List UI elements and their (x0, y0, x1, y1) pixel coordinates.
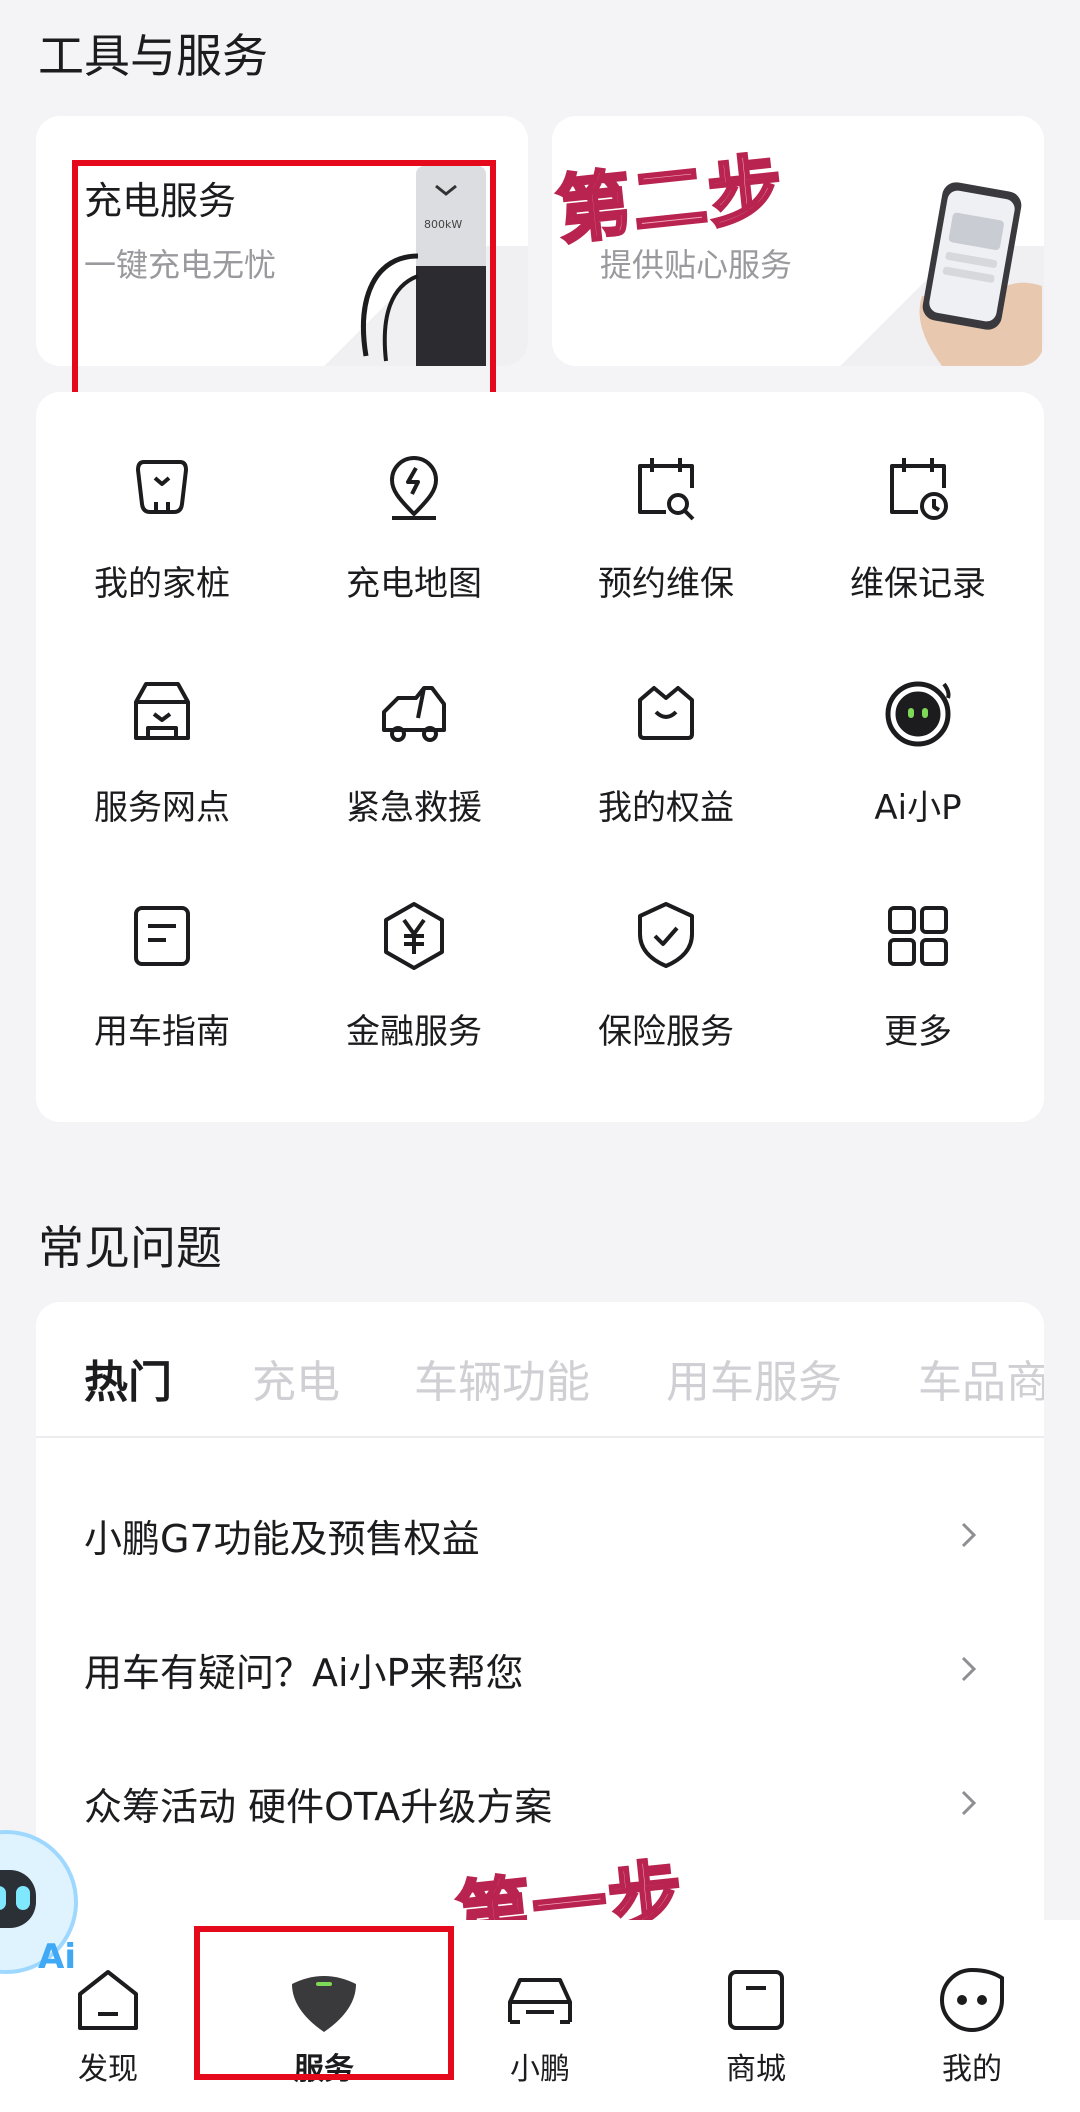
nav-tab-label: 我的 (942, 2052, 1002, 2087)
phone-in-hand-image (919, 182, 1042, 366)
grid-item-charging-map[interactable]: 充电地图 (288, 432, 540, 656)
faq-item-text: 众筹活动 硬件OTA升级方案 (84, 1784, 553, 1829)
grid-label: 充电地图 (346, 564, 482, 604)
tab-charging[interactable]: 充电 (252, 1346, 340, 1410)
assistant-badge-text: Ai (38, 1937, 76, 1977)
grid-item-service-outlets[interactable]: 服务网点 (36, 656, 288, 880)
nav-tab-xpeng[interactable]: 小鹏 (432, 1920, 648, 2112)
grid-label: 用车指南 (94, 1012, 230, 1052)
tab-vehicle-functions[interactable]: 车辆功能 (414, 1346, 590, 1410)
grid-item-home-charger[interactable]: 我的家桩 (36, 432, 288, 656)
chevron-right-icon (961, 1790, 977, 1816)
nav-tab-label: 商城 (726, 2052, 786, 2087)
grid-label: Ai小P (874, 788, 962, 828)
annotation-highlight-box (72, 160, 496, 420)
tab-car-products[interactable]: 车品商 (918, 1346, 1044, 1410)
grid-item-maintenance-records[interactable]: 维保记录 (792, 432, 1044, 656)
grid-item-car-guide[interactable]: 用车指南 (36, 880, 288, 1104)
faq-item-text: 小鹏G7功能及预售权益 (84, 1516, 480, 1561)
calendar-clock-icon (890, 458, 948, 520)
tab-hot[interactable]: 热门 (84, 1346, 172, 1410)
grid-item-insurance-service[interactable]: 保险服务 (540, 880, 792, 1104)
grid-more-icon (888, 906, 948, 966)
grid-item-more[interactable]: 更多 (792, 880, 1044, 1104)
profile-face-icon (940, 1967, 1004, 2032)
nav-tab-label: 发现 (78, 2052, 138, 2087)
guide-document-icon (134, 906, 190, 966)
annotation-highlight-box (194, 1926, 454, 2080)
bottom-tab-bar: 发现 服务 小鹏 商城 我的 (0, 1920, 1080, 2112)
grid-label: 预约维保 (598, 564, 734, 604)
shopping-bag-icon (728, 1970, 784, 2030)
grid-label: 更多 (884, 1012, 952, 1052)
grid-label: 我的权益 (598, 788, 734, 828)
tools-section-title: 工具与服务 (38, 29, 268, 83)
grid-label: 我的家桩 (94, 564, 230, 604)
grid-item-emergency-rescue[interactable]: 紧急救援 (288, 656, 540, 880)
faq-card: 热门 充电 车辆功能 用车服务 车品商 小鹏G7功能及预售权益 用车有疑问？Ai… (36, 1302, 1044, 1942)
nav-tab-label: 小鹏 (510, 2052, 570, 2087)
tow-truck-icon (382, 686, 446, 742)
charging-map-pin-icon (390, 456, 438, 520)
grid-item-book-maintenance[interactable]: 预约维保 (540, 432, 792, 656)
shield-check-icon (638, 902, 694, 968)
ai-assistant-icon (885, 681, 951, 747)
home-charger-icon (136, 460, 188, 514)
faq-item[interactable]: 小鹏G7功能及预售权益 (36, 1468, 1044, 1602)
faq-item[interactable]: 用车有疑问？Ai小P来帮您 (36, 1602, 1044, 1736)
service-store-icon (134, 682, 190, 740)
nav-tab-mall[interactable]: 商城 (648, 1920, 864, 2112)
chevron-right-icon (961, 1522, 977, 1548)
nav-tab-mine[interactable]: 我的 (864, 1920, 1080, 2112)
grid-label: 紧急救援 (346, 788, 482, 828)
grid-label: 金融服务 (346, 1012, 482, 1052)
grid-item-finance-service[interactable]: 金融服务 (288, 880, 540, 1104)
grid-item-my-benefits[interactable]: 我的权益 (540, 656, 792, 880)
yuan-hexagon-icon (384, 902, 444, 970)
grid-label: 维保记录 (850, 564, 986, 604)
faq-section-title: 常见问题 (38, 1221, 222, 1275)
floating-ai-assistant-icon[interactable]: Ai (0, 1808, 90, 1984)
grid-item-ai-assistant[interactable]: Ai小P (792, 656, 1044, 880)
calendar-search-icon (638, 458, 695, 521)
tab-car-services[interactable]: 用车服务 (666, 1346, 842, 1410)
service-grid: 我的家桩 充电地图 预约维保 维保记录 服务网点 紧急救援 我的权益 Ai小P … (36, 432, 1044, 1104)
car-icon (508, 1978, 572, 2024)
faq-item-text: 用车有疑问？Ai小P来帮您 (84, 1650, 524, 1695)
grid-label: 保险服务 (598, 1012, 734, 1052)
faq-tabs: 热门 充电 车辆功能 用车服务 车品商 (36, 1302, 1044, 1438)
grid-label: 服务网点 (94, 788, 230, 828)
crown-basket-icon (638, 686, 694, 740)
service-grid-card: 我的家桩 充电地图 预约维保 维保记录 服务网点 紧急救援 我的权益 Ai小P … (36, 392, 1044, 1122)
chevron-right-icon (961, 1656, 977, 1682)
